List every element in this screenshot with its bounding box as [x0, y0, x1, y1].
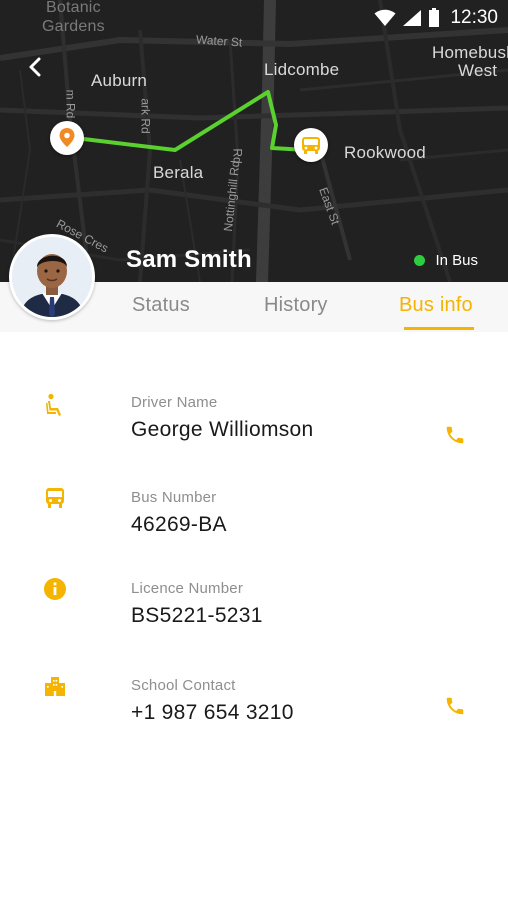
map-place-label: Berala	[153, 163, 204, 182]
status-bar: 12:30	[0, 0, 508, 38]
school-contact-value: +1 987 654 3210	[131, 701, 294, 724]
map-view[interactable]: Botanic Gardens Water St Auburn Lidcombe…	[0, 0, 508, 282]
map-place-label: Rookwood	[344, 143, 426, 162]
child-avatar-image	[12, 237, 92, 317]
tab-status[interactable]: Status	[132, 294, 190, 317]
tab-history[interactable]: History	[264, 294, 328, 317]
location-pin-icon	[59, 128, 75, 147]
call-driver-button[interactable]	[440, 420, 470, 450]
seated-person-icon	[46, 393, 61, 416]
battery-icon	[429, 8, 440, 27]
start-location-marker[interactable]	[50, 121, 84, 155]
cellular-signal-icon	[403, 10, 422, 26]
child-name: Sam Smith	[126, 246, 252, 273]
map-street-label: m Rd	[63, 89, 78, 119]
building-icon	[45, 677, 65, 696]
info-icon	[44, 578, 66, 600]
map-place-label: Auburn	[91, 71, 148, 90]
bus-number-value: 46269-BA	[131, 513, 227, 536]
active-tab-indicator	[404, 327, 474, 330]
map-place-label: West	[458, 61, 498, 80]
map-place-label: Homebush	[432, 43, 508, 62]
map-place-label: Lidcombe	[264, 60, 340, 79]
wifi-icon	[374, 9, 396, 26]
bus-location-marker[interactable]	[294, 128, 328, 162]
phone-icon	[446, 426, 464, 444]
tab-bus-info[interactable]: Bus info	[399, 294, 473, 317]
map-street-label: ark Rd	[138, 98, 153, 134]
bus-icon	[302, 137, 320, 154]
licence-number-label: Licence Number	[131, 580, 244, 597]
status-time: 12:30	[450, 7, 498, 28]
school-contact-label: School Contact	[131, 677, 236, 694]
driver-name-value: George Williomson	[131, 418, 314, 441]
chevron-left-icon	[29, 57, 41, 77]
bus-status: In Bus	[414, 252, 478, 269]
bus-number-label: Bus Number	[131, 489, 217, 506]
bus-status-label: In Bus	[435, 252, 478, 269]
status-dot-icon	[414, 255, 426, 266]
bus-icon	[46, 488, 64, 508]
call-school-button[interactable]	[440, 691, 470, 721]
phone-icon	[446, 697, 464, 715]
licence-number-value: BS5221-5231	[131, 604, 263, 627]
driver-name-label: Driver Name	[131, 394, 218, 411]
avatar[interactable]	[9, 234, 95, 320]
back-button[interactable]	[18, 50, 52, 84]
